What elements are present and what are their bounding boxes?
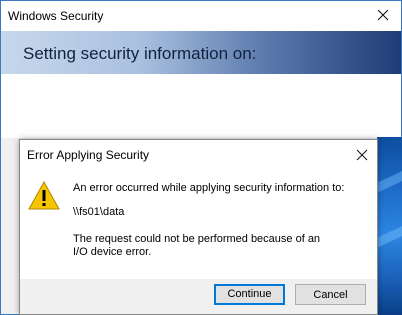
close-icon[interactable] — [371, 3, 395, 27]
button-row: Continue Cancel — [20, 279, 377, 314]
error-detail: The request could not be performed becau… — [73, 233, 321, 258]
dialog-titlebar[interactable]: Error Applying Security — [20, 140, 377, 170]
outer-window-title: Windows Security — [8, 9, 104, 23]
progress-area — [1, 74, 401, 138]
security-banner: Setting security information on: — [1, 31, 401, 74]
dialog-title: Error Applying Security — [27, 148, 150, 162]
close-icon[interactable] — [351, 144, 373, 166]
desktop-background — [377, 137, 402, 315]
error-dialog: Error Applying Security An error occurre… — [19, 139, 378, 315]
warning-icon — [28, 181, 60, 210]
continue-button[interactable]: Continue — [214, 284, 285, 305]
dialog-body: An error occurred while applying securit… — [20, 170, 377, 314]
outer-titlebar[interactable]: Windows Security — [1, 1, 401, 31]
target-path: \\fs01\data — [73, 206, 125, 218]
cancel-button[interactable]: Cancel — [295, 284, 366, 305]
banner-text: Setting security information on: — [23, 44, 257, 63]
error-message: An error occurred while applying securit… — [73, 182, 345, 194]
